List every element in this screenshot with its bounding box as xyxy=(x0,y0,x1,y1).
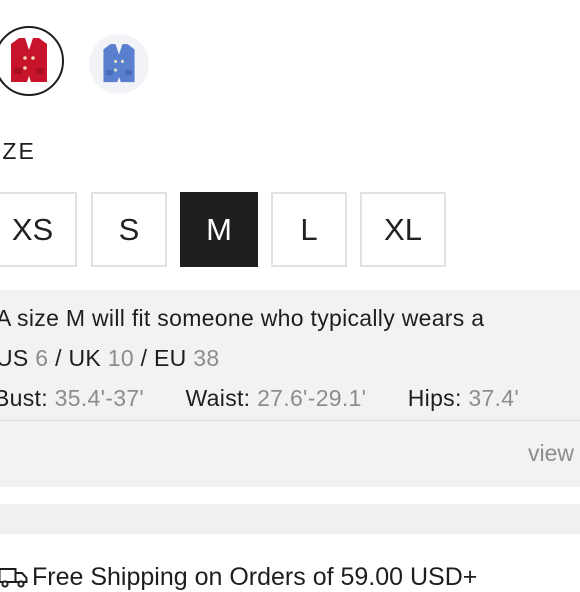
size-button-xl[interactable]: XL xyxy=(360,192,446,267)
uk-value: 10 xyxy=(107,345,134,371)
separator: / xyxy=(55,345,62,371)
size-button-m[interactable]: M xyxy=(180,192,258,267)
shipping-banner: Free Shipping on Orders of 59.00 USD+ xyxy=(0,562,477,592)
color-swatch-red[interactable] xyxy=(0,26,64,96)
shipping-text: Free Shipping on Orders of 59.00 USD+ xyxy=(32,562,478,591)
size-heading: IZE xyxy=(0,138,36,164)
waist-label: Waist: xyxy=(185,385,251,411)
view-size-guide-link[interactable]: view xyxy=(528,440,574,467)
measurements: Bust: 35.4'-37' Waist: 27.6'-29.1' Hips:… xyxy=(0,385,519,412)
size-conversion: US 6 / UK 10 / EU 38 xyxy=(0,345,219,372)
blue-vest-icon xyxy=(103,44,135,83)
us-value: 6 xyxy=(35,345,49,371)
fit-sentence: A size M will fit someone who typically … xyxy=(0,305,485,331)
eu-value: 38 xyxy=(193,345,220,371)
bust-label: Bust: xyxy=(0,385,48,411)
truck-icon xyxy=(0,568,28,588)
uk-label: UK xyxy=(68,345,102,371)
us-label: US xyxy=(0,345,29,371)
bust-value: 35.4'-37' xyxy=(54,385,145,411)
color-swatch-blue[interactable] xyxy=(89,34,149,94)
red-vest-icon xyxy=(11,38,47,82)
eu-label: EU xyxy=(154,345,187,371)
separator: / xyxy=(140,345,148,371)
size-button-xs[interactable]: XS xyxy=(0,192,77,267)
size-button-l[interactable]: L xyxy=(271,192,347,267)
size-button-s[interactable]: S xyxy=(91,192,167,267)
section-divider-band xyxy=(0,504,580,534)
fit-divider xyxy=(0,420,580,421)
hips-label: Hips: xyxy=(407,385,462,411)
hips-value: 37.4' xyxy=(468,385,520,411)
waist-value: 27.6'-29.1' xyxy=(257,385,367,411)
